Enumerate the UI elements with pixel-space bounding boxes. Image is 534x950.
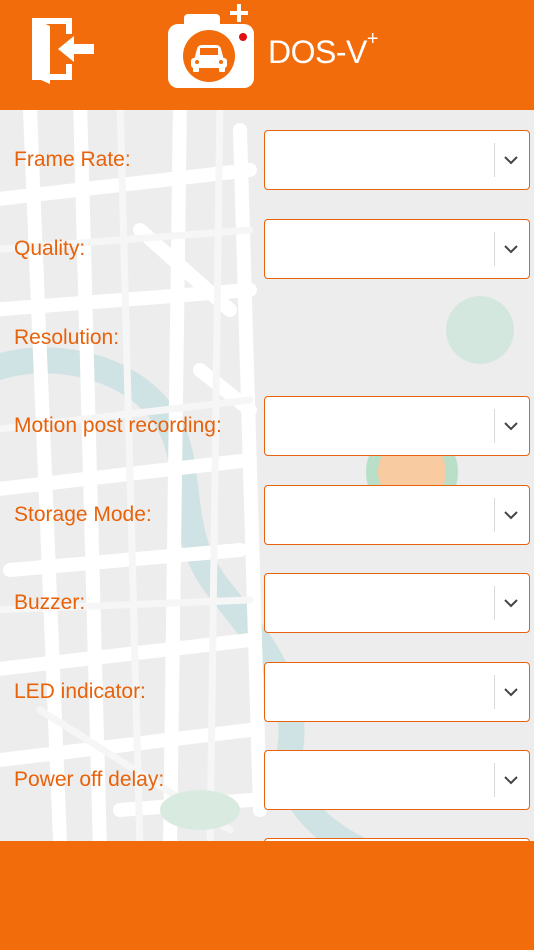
setting-row-storage-mode: Storage Mode: bbox=[0, 485, 534, 547]
storage-mode-label: Storage Mode: bbox=[14, 503, 152, 526]
quality-select[interactable] bbox=[264, 219, 530, 279]
setting-row-power-off-delay: Power off delay: bbox=[0, 750, 534, 812]
select-separator bbox=[494, 143, 495, 177]
chevron-down-icon bbox=[504, 688, 518, 697]
motion-post-recording-label: Motion post recording: bbox=[14, 414, 222, 437]
chevron-down-icon bbox=[504, 156, 518, 165]
camera-car-icon bbox=[168, 4, 254, 88]
app-header: DOS-V+ bbox=[0, 0, 534, 110]
power-off-delay-label: Power off delay: bbox=[14, 768, 165, 791]
chevron-down-icon bbox=[504, 511, 518, 520]
setting-row-buzzer: Buzzer: bbox=[0, 573, 534, 635]
select-separator bbox=[494, 498, 495, 532]
frame-rate-select[interactable] bbox=[264, 130, 530, 190]
select-separator bbox=[494, 763, 495, 797]
storage-mode-select[interactable] bbox=[264, 485, 530, 545]
quality-label: Quality: bbox=[14, 237, 86, 260]
buzzer-select[interactable] bbox=[264, 573, 530, 633]
footer-bar bbox=[0, 841, 534, 950]
select-separator bbox=[494, 675, 495, 709]
led-indicator-label: LED indicator: bbox=[14, 680, 146, 703]
settings-panel[interactable]: Frame Rate: Quality: Resolution: Motion … bbox=[0, 110, 534, 841]
setting-row-quality: Quality: bbox=[0, 219, 534, 281]
select-separator bbox=[494, 232, 495, 266]
led-indicator-select[interactable] bbox=[264, 662, 530, 722]
chevron-down-icon bbox=[504, 422, 518, 431]
chevron-down-icon bbox=[504, 776, 518, 785]
brand-title: DOS-V+ bbox=[268, 28, 379, 71]
setting-row-led-indicator: LED indicator: bbox=[0, 662, 534, 724]
power-off-delay-select[interactable] bbox=[264, 750, 530, 810]
setting-row-motion-post-recording: Motion post recording: bbox=[0, 396, 534, 458]
motion-post-recording-select[interactable] bbox=[264, 396, 530, 456]
select-separator bbox=[494, 586, 495, 620]
exit-door-icon bbox=[32, 18, 94, 84]
app-logo bbox=[166, 2, 258, 94]
resolution-label: Resolution: bbox=[14, 326, 120, 349]
exit-button[interactable] bbox=[28, 14, 98, 84]
brand-main: DOS-V bbox=[268, 34, 367, 70]
chevron-down-icon bbox=[504, 245, 518, 254]
frame-rate-label: Frame Rate: bbox=[14, 148, 131, 171]
brand-sup: + bbox=[366, 28, 379, 51]
setting-row-frame-rate: Frame Rate: bbox=[0, 130, 534, 192]
select-separator bbox=[494, 409, 495, 443]
chevron-down-icon bbox=[504, 599, 518, 608]
setting-row-resolution: Resolution: bbox=[0, 308, 534, 370]
buzzer-label: Buzzer: bbox=[14, 591, 86, 614]
